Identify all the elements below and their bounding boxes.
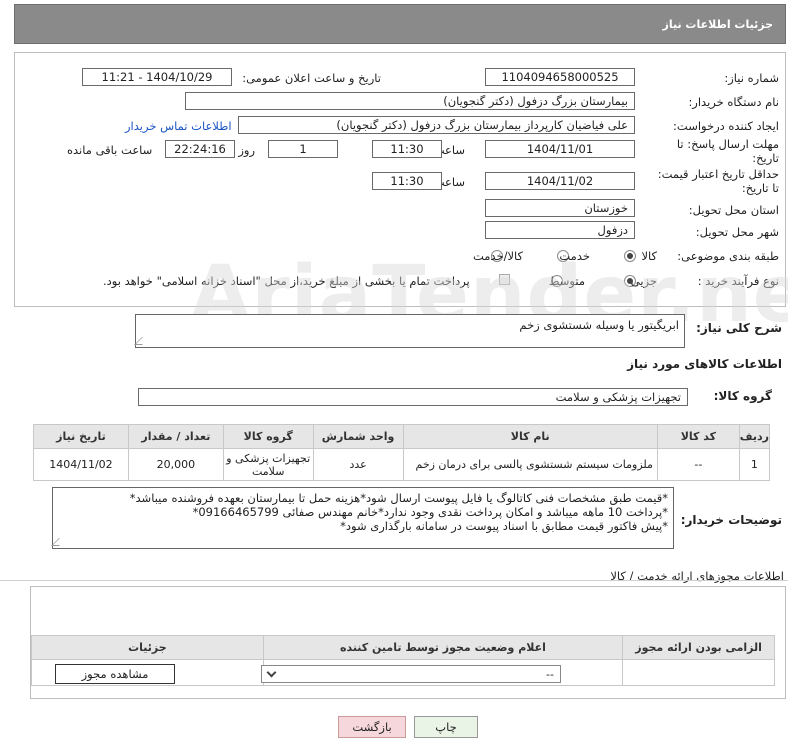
goods-section-title: اطلاعات کالاهای مورد نیاز bbox=[627, 357, 782, 371]
need-number-label: شماره نیاز: bbox=[724, 71, 779, 85]
page-header: جزئیات اطلاعات نیاز bbox=[14, 4, 786, 44]
treasury-checkbox[interactable] bbox=[499, 274, 510, 285]
goods-table-header: ردیف کد کالا نام کالا واحد شمارش گروه کا… bbox=[33, 424, 771, 449]
col-name: نام کالا bbox=[402, 424, 658, 449]
col-permit-required: الزامی بودن ارائه مجوز bbox=[622, 635, 775, 660]
buyer-org-field[interactable]: بیمارستان بزرگ دزفول (دکتر گنجویان) bbox=[185, 92, 635, 110]
table-row[interactable]: 1 -- ملزومات سیستم شستشوی پالسی برای درم… bbox=[33, 448, 771, 481]
price-date-field[interactable]: 1404/11/02 bbox=[485, 172, 635, 190]
requester-field[interactable]: علی فیاضیان کارپرداز بیمارستان بزرگ دزفو… bbox=[238, 116, 635, 134]
need-number-field[interactable]: 1104094658000525 bbox=[485, 68, 635, 86]
chevron-down-icon bbox=[266, 667, 277, 677]
col-permit-details: جزئیات bbox=[31, 635, 264, 660]
print-button[interactable]: چاپ bbox=[414, 716, 478, 738]
summary-text: ابریگیتور یا وسیله شستشوی زخم bbox=[519, 318, 679, 332]
requester-label: ایجاد کننده درخواست: bbox=[673, 119, 779, 133]
cell-name: ملزومات سیستم شستشوی پالسی برای درمان زخ… bbox=[402, 448, 658, 481]
category-goods-service-label: کالا/خدمت bbox=[472, 249, 523, 263]
process-partial-label: جزیی bbox=[630, 274, 657, 288]
category-goods-radio[interactable] bbox=[624, 250, 636, 262]
back-button[interactable]: بازگشت bbox=[338, 716, 406, 738]
cell-qty: 20,000 bbox=[127, 448, 224, 481]
category-goods-label: کالا bbox=[641, 249, 657, 263]
cell-unit: عدد bbox=[312, 448, 404, 481]
reply-time-field[interactable]: 11:30 bbox=[372, 140, 442, 158]
reply-date-field[interactable]: 1404/11/01 bbox=[485, 140, 635, 158]
goods-table: ردیف کد کالا نام کالا واحد شمارش گروه کا… bbox=[33, 424, 771, 481]
process-medium-label: متوسط bbox=[548, 274, 585, 288]
treasury-note: پرداخت تمام یا بخشی از مبلغ خرید،از محل … bbox=[103, 274, 470, 288]
announce-field[interactable]: 1404/10/29 - 11:21 bbox=[82, 68, 232, 86]
cell-group: تجهیزات پزشکی و سلامت bbox=[222, 448, 314, 481]
cell-permit-required bbox=[622, 659, 775, 686]
permit-status-value: -- bbox=[546, 667, 554, 681]
cell-date: 1404/11/02 bbox=[33, 448, 129, 481]
price-time-field[interactable]: 11:30 bbox=[372, 172, 442, 190]
col-code: کد کالا bbox=[656, 424, 740, 449]
page-title: جزئیات اطلاعات نیاز bbox=[662, 17, 774, 31]
cell-row: 1 bbox=[738, 448, 771, 481]
buyer-notes-line-3: *پیش فاکتور قیمت مطابق با اسناد پیوست در… bbox=[340, 519, 668, 533]
col-unit: واحد شمارش bbox=[312, 424, 404, 449]
goods-group-field[interactable]: تجهیزات پزشکی و سلامت bbox=[138, 388, 688, 406]
permit-status-select[interactable]: -- bbox=[261, 665, 561, 683]
summary-label: شرح کلی نیاز: bbox=[696, 321, 782, 335]
view-permit-button[interactable]: مشاهده مجوز bbox=[55, 664, 175, 684]
divider bbox=[0, 580, 788, 581]
province-field[interactable]: خوزستان bbox=[485, 199, 635, 217]
buyer-notes-line-2: *پرداخت 10 ماهه میباشد و امکان پرداخت نق… bbox=[192, 505, 668, 519]
reply-deadline-label: مهلت ارسال پاسخ: تا تاریخ: bbox=[676, 137, 779, 165]
resize-grip-icon[interactable] bbox=[134, 337, 150, 345]
summary-textarea[interactable]: ابریگیتور یا وسیله شستشوی زخم bbox=[134, 314, 685, 348]
need-details-panel: شماره نیاز: 1104094658000525 تاریخ و ساع… bbox=[14, 52, 786, 307]
buyer-org-label: نام دستگاه خریدار: bbox=[688, 95, 779, 109]
announce-label: تاریخ و ساعت اعلان عمومی: bbox=[242, 71, 381, 85]
remaining-time-field[interactable]: 22:24:16 bbox=[165, 140, 235, 158]
buyer-notes-label: توضیحات خریدار: bbox=[680, 513, 782, 527]
col-group: گروه کالا bbox=[222, 424, 314, 449]
price-validity-label: حداقل تاریخ اعتبار قیمت: تا تاریخ: bbox=[657, 167, 779, 195]
city-label: شهر محل تحویل: bbox=[695, 225, 779, 239]
cell-code: -- bbox=[656, 448, 740, 481]
resize-grip-icon[interactable] bbox=[51, 538, 67, 546]
city-field[interactable]: دزفول bbox=[485, 221, 635, 239]
buyer-notes-textarea[interactable]: *قیمت طبق مشخصات فنی کاتالوگ یا فایل پیو… bbox=[51, 487, 674, 549]
col-permit-status: اعلام وضعیت مجوز توسط تامین کننده bbox=[262, 635, 624, 660]
col-row: ردیف bbox=[738, 424, 771, 449]
days-field[interactable]: 1 bbox=[268, 140, 338, 158]
permits-table-header: الزامی بودن ارائه مجوز اعلام وضعیت مجوز … bbox=[31, 635, 775, 660]
goods-group-label: گروه کالا: bbox=[713, 389, 772, 403]
permits-panel: الزامی بودن ارائه مجوز اعلام وضعیت مجوز … bbox=[30, 586, 786, 699]
category-service-label: خدمت bbox=[559, 249, 590, 263]
col-qty: تعداد / مقدار bbox=[127, 424, 224, 449]
remaining-label: ساعت باقی مانده bbox=[67, 143, 153, 157]
province-label: استان محل تحویل: bbox=[688, 203, 779, 217]
buyer-contact-link[interactable]: اطلاعات تماس خریدار bbox=[125, 119, 232, 133]
col-date: تاریخ نیاز bbox=[33, 424, 129, 449]
process-label: نوع فرآیند خرید : bbox=[697, 274, 779, 288]
category-label: طبقه بندی موضوعی: bbox=[677, 249, 779, 263]
buyer-notes-line-1: *قیمت طبق مشخصات فنی کاتالوگ یا فایل پیو… bbox=[129, 491, 668, 505]
